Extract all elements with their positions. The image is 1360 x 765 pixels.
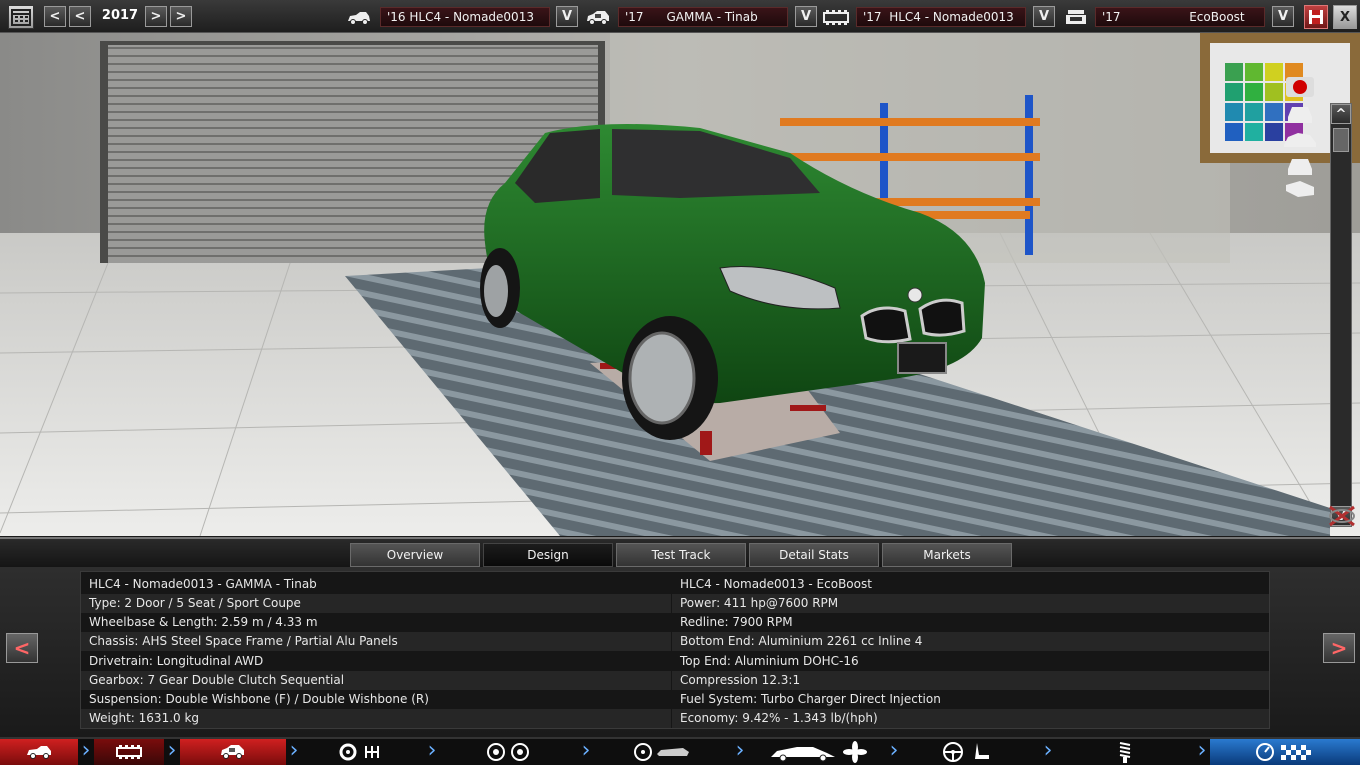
chevron-right-icon: › [167,738,177,763]
chevron-right-icon: › [889,738,899,763]
right-info-line: Top End: Aluminium DOHC-16 [680,654,859,668]
gearbox-icon [339,743,379,761]
nav-wheels-stage[interactable] [440,739,578,765]
left-info-line: Suspension: Double Wishbone (F) / Double… [89,692,429,706]
left-info-line: Weight: 1631.0 kg [81,709,671,728]
camera-view-tools [1280,73,1325,207]
scroll-up-button[interactable]: ^ [1331,104,1351,124]
body-dropdown-button[interactable]: V [556,6,578,27]
right-info-line: HLC4 - Nomade0013 - EcoBoost [680,577,872,591]
chevron-right-icon: › [735,738,745,763]
left-info-line: Type: 2 Door / 5 Seat / Sport Coupe [81,594,671,613]
next-car-button[interactable]: > [1323,633,1355,663]
scroll-thumb[interactable] [1333,128,1349,152]
wheels-icon [487,743,529,761]
aero-icon [771,741,867,763]
left-info-line: Drivetrain: Longitudinal AWD [89,654,264,668]
side-view-icon[interactable] [1284,133,1316,147]
engine-variant-icon [1066,10,1086,24]
car-trim-icon [221,745,244,759]
garage-3d-view[interactable]: ^ V [0,33,1360,536]
engine-block-icon [823,10,849,25]
brakes-icon [634,743,689,761]
nav-suspension-stage[interactable] [1056,739,1194,765]
chevron-right-icon: › [427,738,437,763]
nav-trim-stage[interactable] [180,739,286,765]
engine-block-icon [116,745,142,759]
nav-interior-stage[interactable] [902,739,1040,765]
year-prev-fast-button[interactable]: < [44,6,66,27]
nav-aero-stage[interactable] [748,739,886,765]
car-body-icon [27,746,51,759]
nav-engine-stage[interactable] [94,739,164,765]
tab-markets[interactable]: Markets [882,543,1012,567]
right-info-line: Bottom End: Aluminium 2261 cc Inline 4 [672,632,1269,651]
right-info-line: Compression 12.3:1 [672,671,1269,690]
chevron-right-icon: › [581,738,591,763]
save-icon[interactable] [1304,5,1328,29]
suspension-icon [1119,742,1131,763]
prev-car-button[interactable]: < [6,633,38,663]
close-button[interactable]: X [1333,5,1357,29]
left-info-line: HLC4 - Nomade0013 - GAMMA - Tinab [89,577,317,591]
nav-body-stage[interactable] [0,739,78,765]
calendar-icon[interactable] [8,5,34,29]
right-info-line: Power: 411 hp@7600 RPM [672,594,1269,613]
top-toolbar: < < 2017 > > '16 HLC4 - Nomade0013 V '17… [0,0,1360,33]
checkered-flag-icon [1256,743,1311,761]
right-info-line: Fuel System: Turbo Charger Direct Inject… [680,692,941,706]
info-panel: < HLC4 - Nomade0013 - GAMMA - Tinab Type… [0,567,1360,737]
year-display: 2017 [101,8,139,23]
nav-testing-stage[interactable] [1210,739,1360,765]
chevron-right-icon: › [81,738,91,763]
body-selector[interactable]: '16 HLC4 - Nomade0013 [380,7,550,27]
steering-wheel-icon [943,742,989,762]
trim-selector[interactable]: '17 GAMMA - Tinab [618,7,788,27]
car-body-icon [348,12,370,25]
view-scrollbar[interactable]: ^ V [1330,103,1352,527]
chevron-right-icon: › [1197,738,1207,763]
reset-view-icon[interactable] [1326,503,1358,529]
left-info-line: Gearbox: 7 Gear Double Clutch Sequential [81,671,671,690]
year-next-button[interactable]: > [145,6,167,27]
nav-brakes-stage[interactable] [594,739,732,765]
year-prev-button[interactable]: < [69,6,91,27]
tab-test-track[interactable]: Test Track [616,543,746,567]
design-stage-nav: › › › › › › › › › [0,737,1360,765]
car-trim-icon [587,11,609,25]
rear-view-icon[interactable] [1288,159,1312,175]
trim-dropdown-button[interactable]: V [795,6,817,27]
left-info-line: Wheelbase & Length: 2.59 m / 4.33 m [89,615,318,629]
record-icon[interactable] [1286,77,1314,97]
engine-dropdown-button[interactable]: V [1033,6,1055,27]
left-info-line: Chassis: AHS Steel Space Frame / Partial… [81,632,671,651]
tab-bar: Overview Design Test Track Detail Stats … [0,537,1360,567]
nav-drivetrain-stage[interactable] [302,739,424,765]
right-info-line: Economy: 9.42% - 1.343 lb/(hph) [672,709,1269,728]
tab-design[interactable]: Design [483,543,613,567]
chevron-right-icon: › [1043,738,1053,763]
top-view-icon[interactable] [1286,181,1314,197]
year-next-fast-button[interactable]: > [170,6,192,27]
tab-detail-stats[interactable]: Detail Stats [749,543,879,567]
car-render [0,33,1360,536]
engine-selector[interactable]: '17 HLC4 - Nomade0013 [856,7,1026,27]
chevron-right-icon: › [289,738,299,763]
variant-selector[interactable]: '17 EcoBoost [1095,7,1265,27]
car-summary: HLC4 - Nomade0013 - GAMMA - Tinab Type: … [80,571,1270,729]
front-view-icon[interactable] [1288,107,1312,123]
right-info-line: Redline: 7900 RPM [680,615,793,629]
variant-dropdown-button[interactable]: V [1272,6,1294,27]
tab-overview[interactable]: Overview [350,543,480,567]
